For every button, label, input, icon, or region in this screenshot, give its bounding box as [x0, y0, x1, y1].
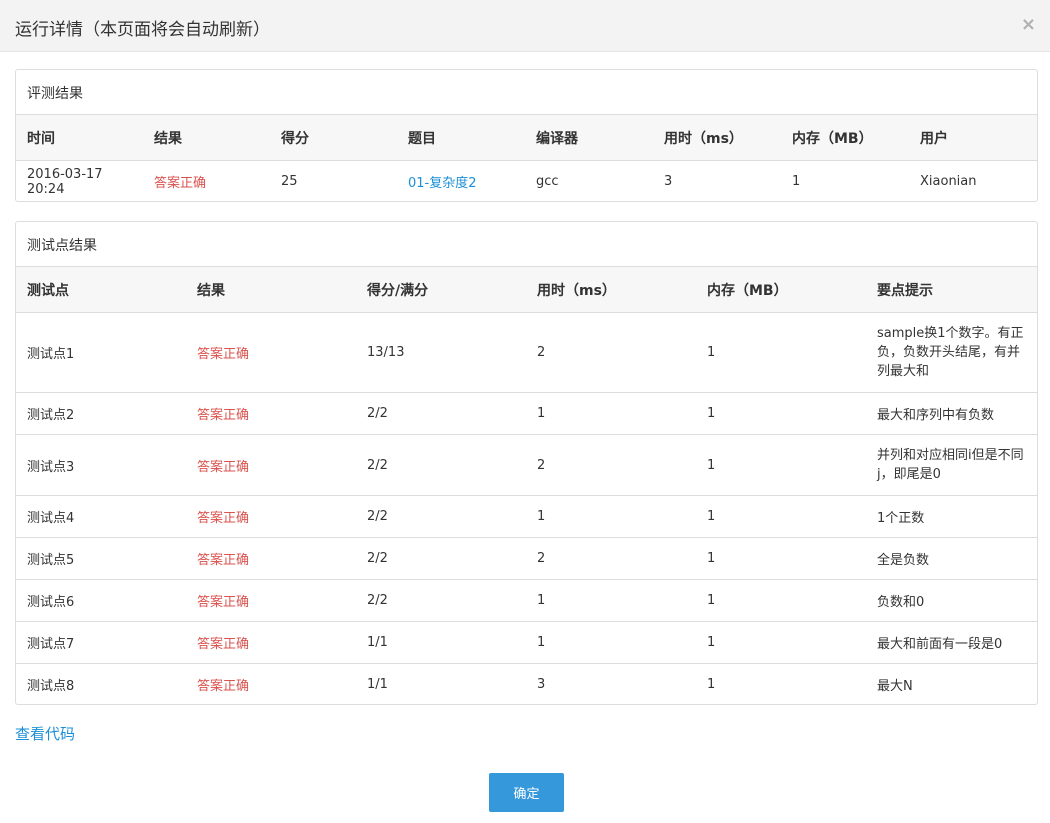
column-header: 用户 [920, 130, 948, 147]
result-status: 答案正确 [197, 553, 250, 568]
time-ms: 2 [537, 551, 546, 566]
testcase-name: 测试点1 [27, 347, 75, 362]
result-status: 答案正确 [197, 459, 250, 475]
result-status: 答案正确 [197, 679, 250, 694]
column-header: 要点提示 [877, 282, 933, 299]
time-ms: 2 [537, 457, 546, 473]
testcase-name: 测试点6 [27, 595, 75, 610]
column-header: 用时（ms） [664, 130, 743, 147]
column-header: 结果 [197, 282, 225, 299]
score: 2/2 [367, 406, 388, 421]
compiler: gcc [536, 174, 559, 189]
memory-mb: 1 [707, 593, 716, 608]
memory-mb: 1 [707, 635, 716, 650]
table-row: 测试点7 答案正确 1/1 1 1 最大和前面有一段是0 [16, 621, 1037, 663]
testcase-result-heading: 测试点结果 [16, 222, 1037, 267]
hint: 负数和0 [877, 595, 925, 610]
time-ms: 3 [537, 677, 546, 692]
hint: 1个正数 [877, 511, 925, 526]
column-header: 内存（MB） [707, 282, 788, 299]
view-code-link[interactable]: 查看代码 [15, 723, 75, 744]
memory-mb: 1 [707, 406, 716, 421]
hint: 并列和对应相同i但是不同j，即尾是0 [877, 448, 1024, 482]
testcase-name: 测试点4 [27, 511, 75, 526]
column-header: 得分/满分 [367, 282, 429, 299]
memory-mb: 1 [707, 677, 716, 692]
table-row: 测试点6 答案正确 2/2 1 1 负数和0 [16, 579, 1037, 621]
column-header: 时间 [27, 130, 55, 147]
table-row: 测试点2 答案正确 2/2 1 1 最大和序列中有负数 [16, 392, 1037, 434]
result-status: 答案正确 [197, 347, 250, 362]
judge-result-heading: 评测结果 [16, 70, 1037, 115]
testcase-name: 测试点3 [27, 459, 75, 475]
modal-title: 运行详情（本页面将会自动刷新） [15, 20, 270, 40]
score: 2/2 [367, 551, 388, 566]
hint: 最大N [877, 679, 913, 694]
hint: 最大和前面有一段是0 [877, 637, 1003, 652]
column-header: 题目 [408, 130, 436, 147]
table-row: 测试点1 答案正确 13/13 2 1 sample换1个数字。有正负，负数开头… [16, 312, 1037, 392]
score: 25 [281, 174, 298, 189]
score: 13/13 [367, 345, 405, 360]
memory-mb: 1 [707, 551, 716, 566]
column-header: 内存（MB） [792, 130, 873, 147]
hint: sample换1个数字。有正负，负数开头结尾，有并列最大和 [877, 326, 1024, 379]
memory-mb: 1 [707, 509, 716, 524]
time-ms: 1 [537, 593, 546, 608]
time-ms: 2 [537, 345, 546, 360]
score: 2/2 [367, 509, 388, 524]
time-ms: 1 [537, 509, 546, 524]
testcase-name: 测试点2 [27, 408, 75, 423]
testcase-name: 测试点8 [27, 679, 75, 694]
time-ms: 1 [537, 406, 546, 421]
judge-result-header-row: 时间 结果 得分 题目 编译器 用时（ms） 内存（MB） 用户 [16, 115, 1037, 160]
result-status: 答案正确 [197, 408, 250, 423]
result-status: 答案正确 [197, 511, 250, 526]
result-status: 答案正确 [197, 637, 250, 652]
column-header: 编译器 [536, 130, 578, 147]
modal-header: 运行详情（本页面将会自动刷新） × [0, 0, 1050, 52]
column-header: 得分 [281, 130, 309, 147]
submit-time: 2016-03-17 20:24 [27, 166, 103, 197]
table-row: 测试点5 答案正确 2/2 2 1 全是负数 [16, 537, 1037, 579]
time-ms: 3 [664, 174, 673, 189]
column-header: 用时（ms） [537, 282, 616, 299]
column-header: 测试点 [27, 282, 69, 299]
score: 1/1 [367, 635, 388, 650]
table-row: 测试点4 答案正确 2/2 1 1 1个正数 [16, 495, 1037, 537]
result-status: 答案正确 [154, 176, 207, 191]
table-row: 测试点8 答案正确 1/1 3 1 最大N [16, 663, 1037, 704]
close-icon[interactable]: × [1021, 14, 1036, 36]
result-status: 答案正确 [197, 595, 250, 610]
memory-mb: 1 [707, 345, 716, 360]
column-header: 结果 [154, 130, 182, 147]
score: 2/2 [367, 593, 388, 608]
testcase-name: 测试点5 [27, 553, 75, 568]
time-ms: 1 [537, 635, 546, 650]
testcase-header-row: 测试点 结果 得分/满分 用时（ms） 内存（MB） 要点提示 [16, 267, 1037, 312]
hint: 最大和序列中有负数 [877, 408, 995, 423]
table-row: 测试点3 答案正确 2/2 2 1 并列和对应相同i但是不同j，即尾是0 [16, 434, 1037, 495]
testcase-result-panel: 测试点结果 测试点 结果 得分/满分 用时（ms） 内存（MB） 要点提示 测试… [15, 221, 1038, 705]
user: Xiaonian [920, 174, 977, 189]
hint: 全是负数 [877, 553, 930, 568]
judge-result-panel: 评测结果 时间 结果 得分 题目 编译器 用时（ms） 内存（MB） 用户 20… [15, 69, 1038, 202]
testcase-name: 测试点7 [27, 637, 75, 652]
score: 2/2 [367, 457, 388, 473]
memory-mb: 1 [707, 457, 716, 473]
confirm-button[interactable]: 确定 [489, 773, 564, 812]
problem-link[interactable]: 01-复杂度2 [397, 172, 525, 191]
score: 1/1 [367, 677, 388, 692]
table-row: 2016-03-17 20:24 答案正确 25 01-复杂度2 gcc 3 1… [16, 160, 1037, 201]
memory-mb: 1 [792, 174, 801, 189]
